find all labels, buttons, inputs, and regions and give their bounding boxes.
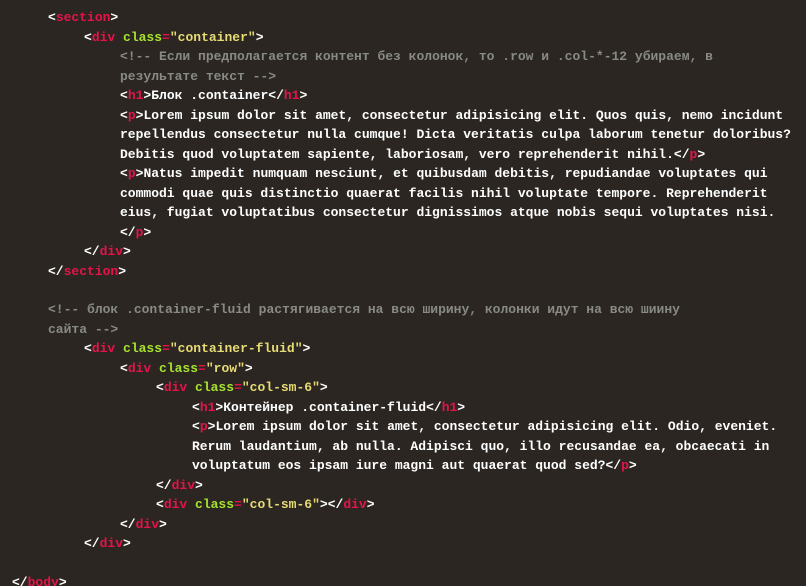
code-line: </div> <box>8 476 806 496</box>
code-line: <div class="container-fluid"> <box>8 339 806 359</box>
code-line: <div class="col-sm-6"> <box>8 378 806 398</box>
code-line: </body> <box>8 573 806 586</box>
bracket: < <box>48 10 56 25</box>
blank-line <box>8 554 806 573</box>
code-line: <p>Lorem ipsum dolor sit amet, consectet… <box>8 106 806 165</box>
code-line: </div> <box>8 242 806 262</box>
code-line: <div class="container"> <box>8 28 806 48</box>
code-line: <section> <box>8 8 806 28</box>
code-line: <p>Lorem ipsum dolor sit amet, consectet… <box>8 417 806 476</box>
blank-line <box>8 281 806 300</box>
code-line: <div class="row"> <box>8 359 806 379</box>
code-line: <div class="col-sm-6"></div> <box>8 495 806 515</box>
code-line: <h1>Блок .container</h1> <box>8 86 806 106</box>
tag-section: section <box>56 10 111 25</box>
code-comment: результате текст --> <box>8 67 806 87</box>
code-line: </div> <box>8 534 806 554</box>
code-editor[interactable]: <section> <div class="container"> <!-- Е… <box>0 0 806 586</box>
bracket: > <box>110 10 118 25</box>
code-comment: сайта --> <box>8 320 806 340</box>
code-line: </section> <box>8 262 806 282</box>
code-comment: <!-- Если предполагается контент без кол… <box>8 47 806 67</box>
code-line: <h1>Контейнер .container-fluid</h1> <box>8 398 806 418</box>
code-line: <p>Natus impedit numquam nesciunt, et qu… <box>8 164 806 242</box>
code-comment: <!-- блок .container-fluid растягивается… <box>8 300 806 320</box>
code-line: </div> <box>8 515 806 535</box>
